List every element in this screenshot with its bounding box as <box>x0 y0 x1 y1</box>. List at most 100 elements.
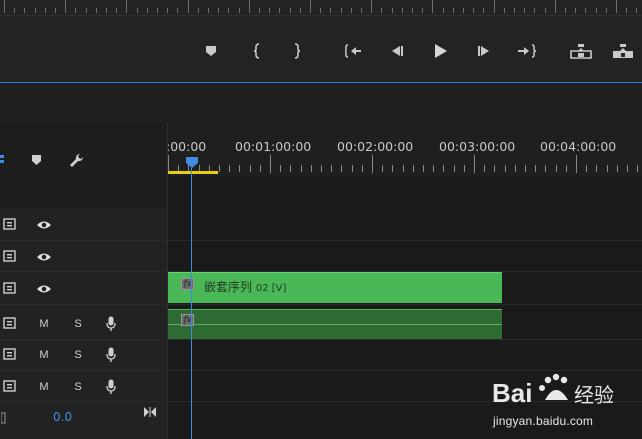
monitor-tick <box>279 8 281 13</box>
solo-track-button[interactable]: S <box>71 380 85 394</box>
extract-button[interactable] <box>610 38 636 64</box>
voice-over-record-button[interactable] <box>104 346 118 364</box>
monitor-tick <box>4 0 5 13</box>
lift-button[interactable] <box>568 38 594 64</box>
ruler-tick <box>586 165 588 172</box>
ruler-tick <box>535 165 537 172</box>
toggle-track-output-button[interactable] <box>35 282 53 296</box>
ruler-tick <box>310 165 312 172</box>
mute-track-button[interactable]: M <box>37 380 51 394</box>
ruler-tick <box>565 165 567 172</box>
monitor-tick <box>371 0 373 13</box>
track-header <box>0 272 167 304</box>
ruler-tick <box>453 165 455 172</box>
watermark-url: jingyan.baidu.com <box>493 414 594 428</box>
ruler-tick <box>637 165 639 172</box>
go-to-out-button[interactable] <box>516 38 538 64</box>
go-to-next-edit-button[interactable] <box>142 404 158 420</box>
monitor-tick <box>616 0 617 13</box>
step-forward-button[interactable] <box>475 38 495 64</box>
monitor-tick <box>34 8 36 13</box>
ruler-tick <box>474 155 475 173</box>
work-area-bar[interactable] <box>168 171 218 174</box>
nested-sequence-audio-clip[interactable]: fx <box>168 309 502 339</box>
monitor-tick <box>442 8 444 13</box>
toggle-sync-lock-button[interactable] <box>0 281 18 295</box>
mark-in-button[interactable] <box>249 38 265 64</box>
time-ruler[interactable]: :00:00 00:01:00:00 00:02:00:00 00:03:00:… <box>166 123 642 175</box>
monitor-tick <box>55 8 56 13</box>
ruler-tick <box>616 165 618 172</box>
monitor-tick <box>432 0 434 13</box>
svg-text:Bai: Bai <box>492 378 532 408</box>
ruler-tick <box>300 165 302 172</box>
track-header <box>0 208 167 240</box>
step-back-button[interactable] <box>386 38 406 64</box>
film-icon <box>3 250 16 262</box>
monitor-tick <box>330 8 332 13</box>
voice-over-record-button[interactable] <box>104 378 118 396</box>
svg-text:经验: 经验 <box>574 383 614 407</box>
monitor-tick <box>361 8 362 13</box>
eye-icon <box>37 253 51 261</box>
monitor-tick <box>116 8 118 13</box>
play-button[interactable] <box>430 38 450 64</box>
ruler-tick <box>402 165 404 172</box>
voice-over-record-button[interactable] <box>104 315 118 333</box>
film-icon <box>3 348 16 360</box>
timeline-settings-button[interactable] <box>68 152 86 170</box>
snap-icon[interactable] <box>0 151 6 167</box>
monitor-tick <box>106 8 107 13</box>
monitor-tick <box>320 8 322 13</box>
ruler-tick <box>423 165 424 172</box>
solo-track-button[interactable]: S <box>71 317 85 331</box>
monitor-tick <box>544 8 546 13</box>
ruler-tick <box>361 165 363 172</box>
toggle-sync-lock-button[interactable] <box>0 249 18 263</box>
video-track-row-3 <box>0 208 642 241</box>
ruler-tick <box>443 165 445 172</box>
go-to-in-button[interactable] <box>343 38 363 64</box>
playhead-line[interactable] <box>191 168 192 439</box>
monitor-tick <box>167 8 169 13</box>
playhead-handle[interactable] <box>185 156 199 169</box>
bowtie-icon <box>144 407 156 417</box>
fx-badge: fx <box>181 278 194 290</box>
in-point-icon <box>253 43 260 59</box>
mute-track-button[interactable]: M <box>37 317 51 331</box>
monitor-ruler-strip[interactable] <box>0 0 642 16</box>
toggle-sync-lock-button[interactable] <box>0 379 18 393</box>
ruler-tick <box>372 155 373 173</box>
mute-track-button[interactable]: M <box>37 348 51 362</box>
toggle-track-output-button[interactable] <box>35 250 53 264</box>
solo-track-button[interactable]: S <box>71 348 85 362</box>
monitor-tick <box>514 8 515 13</box>
monitor-tick <box>75 8 77 13</box>
monitor-tick <box>381 8 383 13</box>
ruler-tick <box>484 165 486 172</box>
monitor-tick <box>636 8 638 13</box>
monitor-tick <box>575 8 577 13</box>
toggle-sync-lock-button[interactable] <box>0 316 18 330</box>
master-volume-value[interactable]: 0.0 <box>53 410 72 424</box>
ruler-tick <box>606 165 608 172</box>
ruler-tick <box>412 165 414 172</box>
nested-sequence-video-clip[interactable]: fx 嵌套序列 02 [V] <box>168 272 502 303</box>
mark-out-button[interactable] <box>289 38 305 64</box>
toggle-sync-lock-button[interactable] <box>0 217 18 231</box>
ruler-tick <box>321 165 322 172</box>
toggle-track-output-button[interactable] <box>35 218 53 232</box>
add-marker-button[interactable] <box>203 38 219 64</box>
microphone-icon <box>106 347 116 362</box>
master-track-icon <box>0 411 6 425</box>
ruler-tick <box>504 165 506 172</box>
monitor-tick <box>534 8 536 13</box>
timecode-label: 00:03:00:00 <box>439 139 516 154</box>
monitor-tick <box>585 8 587 13</box>
toggle-sync-lock-button[interactable] <box>0 347 18 361</box>
monitor-tick <box>422 8 424 13</box>
monitor-tick <box>24 8 26 13</box>
premiere-timeline-window: :00:00 00:01:00:00 00:02:00:00 00:03:00:… <box>0 0 642 439</box>
monitor-tick <box>401 8 403 13</box>
add-marker-timeline-button[interactable] <box>29 153 43 167</box>
